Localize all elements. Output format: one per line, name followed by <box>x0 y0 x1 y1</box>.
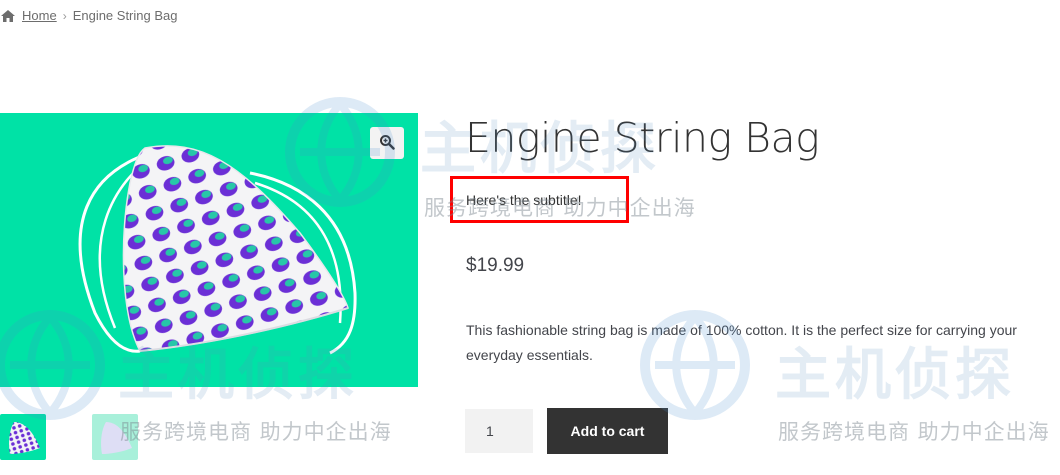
breadcrumb-separator: › <box>62 8 67 23</box>
product-title: Engine String Bag <box>465 114 820 162</box>
watermark-tagline: 服务跨境电商 助力中企出海 <box>778 420 1050 444</box>
gallery-thumbnail[interactable] <box>0 414 46 460</box>
product-page: Home › Engine String Bag Engine String B… <box>0 0 1060 475</box>
zoom-in-icon <box>379 134 395 153</box>
add-to-cart-button[interactable]: Add to cart <box>547 408 668 454</box>
product-price: $19.99 <box>466 255 525 276</box>
product-main-image[interactable] <box>0 113 418 387</box>
gallery-thumbnail[interactable] <box>92 414 138 460</box>
breadcrumb: Home › Engine String Bag <box>0 8 177 23</box>
breadcrumb-current: Engine String Bag <box>72 8 178 23</box>
breadcrumb-home-link[interactable]: Home <box>22 8 57 23</box>
string-bag-illustration <box>78 145 357 355</box>
quantity-input[interactable] <box>465 409 533 453</box>
product-subtitle: Here's the subtitle! <box>466 192 582 208</box>
watermark-tagline: 服务跨境电商 助力中企出海 <box>120 420 392 444</box>
zoom-button[interactable] <box>370 127 404 159</box>
product-description: This fashionable string bag is made of 1… <box>466 322 1017 363</box>
home-icon <box>0 9 16 23</box>
